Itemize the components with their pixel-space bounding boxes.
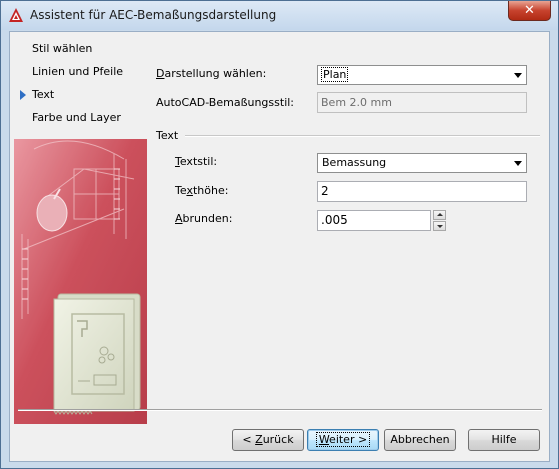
nav-item-stil-waehlen[interactable]: Stil wählen [32, 42, 92, 55]
chevron-down-icon[interactable] [514, 161, 522, 166]
abrunden-spinner[interactable] [433, 210, 446, 231]
darstellung-value: Plan [320, 67, 349, 82]
triangle-right-icon [20, 90, 26, 100]
window-title: Assistent für AEC-Bemaßungsdarstellung [30, 8, 277, 22]
autocad-stil-label: AutoCAD-Bemaßungsstil: [156, 96, 295, 109]
spin-down-icon[interactable] [433, 221, 446, 231]
textstil-select[interactable]: Bemassung [317, 153, 527, 173]
darstellung-label: Darstellung wählen: [156, 67, 267, 80]
nav-item-linien-pfeile[interactable]: Linien und Pfeile [32, 65, 123, 78]
cancel-button[interactable]: Abbrechen [384, 429, 456, 451]
spin-up-icon[interactable] [433, 210, 446, 220]
chevron-down-icon[interactable] [514, 73, 522, 78]
wizard-illustration [14, 139, 147, 424]
dialog-body: Stil wählen Linien und Pfeile Text Farbe… [9, 31, 550, 462]
autocad-logo-icon [9, 8, 23, 22]
textstil-value: Bemassung [322, 156, 387, 169]
abrunden-label: Abrunden: [175, 212, 233, 225]
texthoehe-label: Texthöhe: [175, 184, 229, 197]
nav-item-text[interactable]: Text [32, 88, 54, 101]
darstellung-select[interactable]: Plan [317, 65, 527, 85]
texthoehe-field[interactable]: 2 [317, 181, 527, 202]
group-divider [185, 135, 540, 137]
help-button[interactable]: Hilfe [468, 429, 540, 451]
footer-separator [18, 409, 542, 411]
title-bar[interactable]: Assistent für AEC-Bemaßungsdarstellung ✕ [1, 1, 558, 30]
textstil-label: Textstil: [175, 155, 218, 168]
wizard-window: Assistent für AEC-Bemaßungsdarstellung ✕… [0, 0, 559, 469]
abrunden-field[interactable]: .005 [317, 210, 431, 231]
back-button[interactable]: < Zurück [232, 429, 304, 451]
close-icon: ✕ [524, 3, 535, 18]
next-button[interactable]: Weiter > [307, 429, 379, 451]
autocad-stil-field: Bem 2.0 mm [317, 92, 527, 113]
nav-item-farbe-layer[interactable]: Farbe und Layer [32, 111, 121, 124]
text-group-title: Text [156, 129, 179, 142]
close-button[interactable]: ✕ [508, 1, 551, 21]
